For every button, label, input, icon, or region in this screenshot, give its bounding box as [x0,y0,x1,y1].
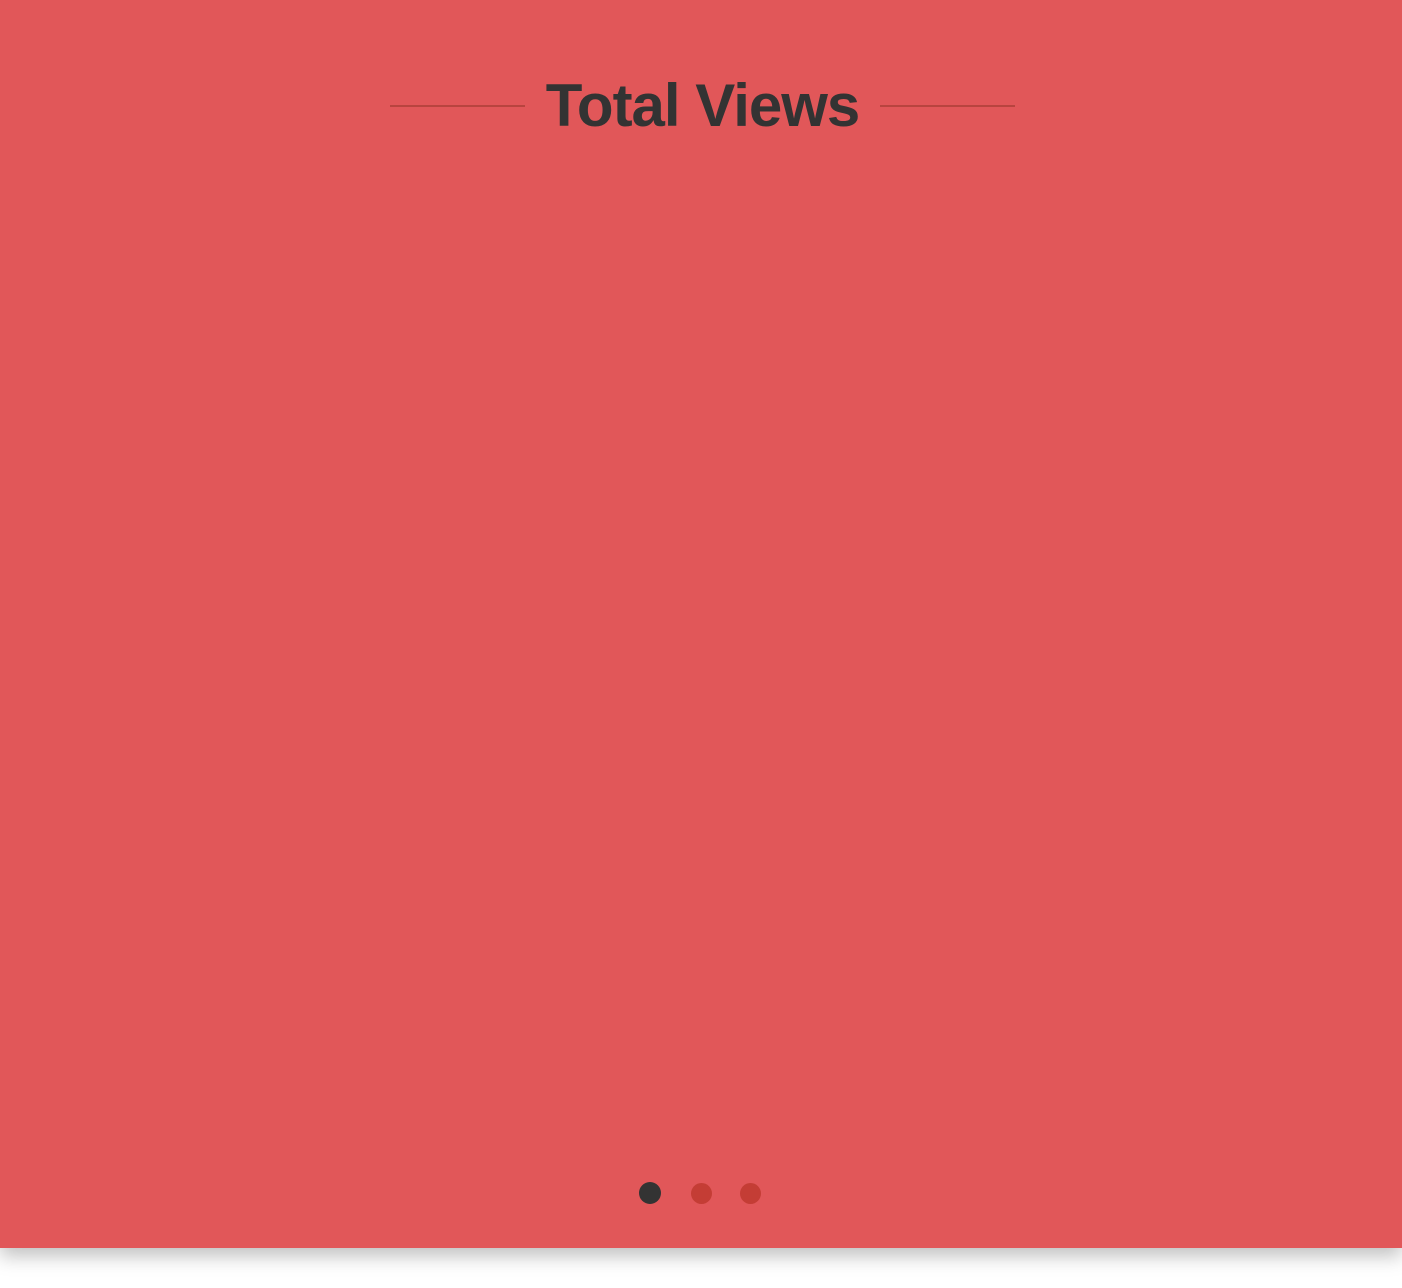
pagination-dot-3[interactable] [740,1183,761,1204]
title-left-rule [390,105,525,107]
carousel-pagination [0,1180,1402,1206]
panel-header: Total Views [0,66,1402,146]
panel-title: Total Views [545,72,861,139]
pagination-dot-2[interactable] [691,1183,712,1204]
title-right-rule [880,105,1015,107]
pagination-dot-1[interactable] [639,1182,661,1204]
total-views-panel: Total Views [0,0,1402,1248]
panel-content-area [0,160,1402,1150]
